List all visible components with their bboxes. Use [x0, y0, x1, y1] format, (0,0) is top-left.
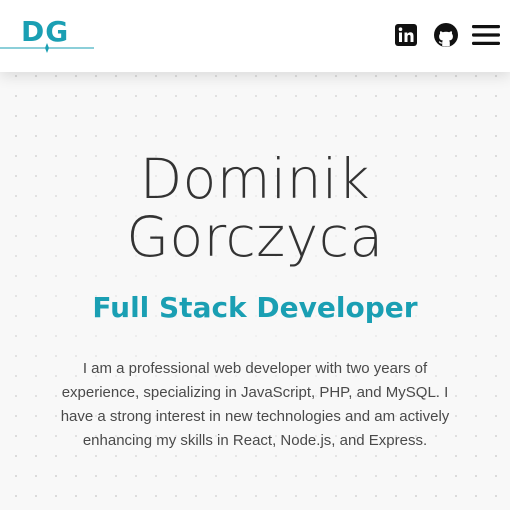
header-icons	[395, 21, 500, 49]
hero-name: Dominik Gorczyca	[0, 150, 510, 266]
first-name: Dominik	[139, 147, 371, 211]
hero-section: Dominik Gorczyca Full Stack Developer I …	[0, 150, 510, 453]
site-header: DG	[0, 0, 510, 72]
last-name: Gorczyca	[126, 205, 384, 269]
bio-paragraph: I am a professional web developer with t…	[60, 360, 450, 449]
logo-text: DG	[21, 15, 70, 48]
linkedin-icon[interactable]	[395, 24, 417, 46]
logo[interactable]: DG	[0, 10, 96, 56]
job-title: Full Stack Developer	[92, 291, 418, 324]
github-icon[interactable]	[434, 23, 458, 47]
page: DG Dominik Gorczyca Full Stack Developer…	[0, 0, 510, 510]
hamburger-menu-icon[interactable]	[472, 24, 500, 46]
